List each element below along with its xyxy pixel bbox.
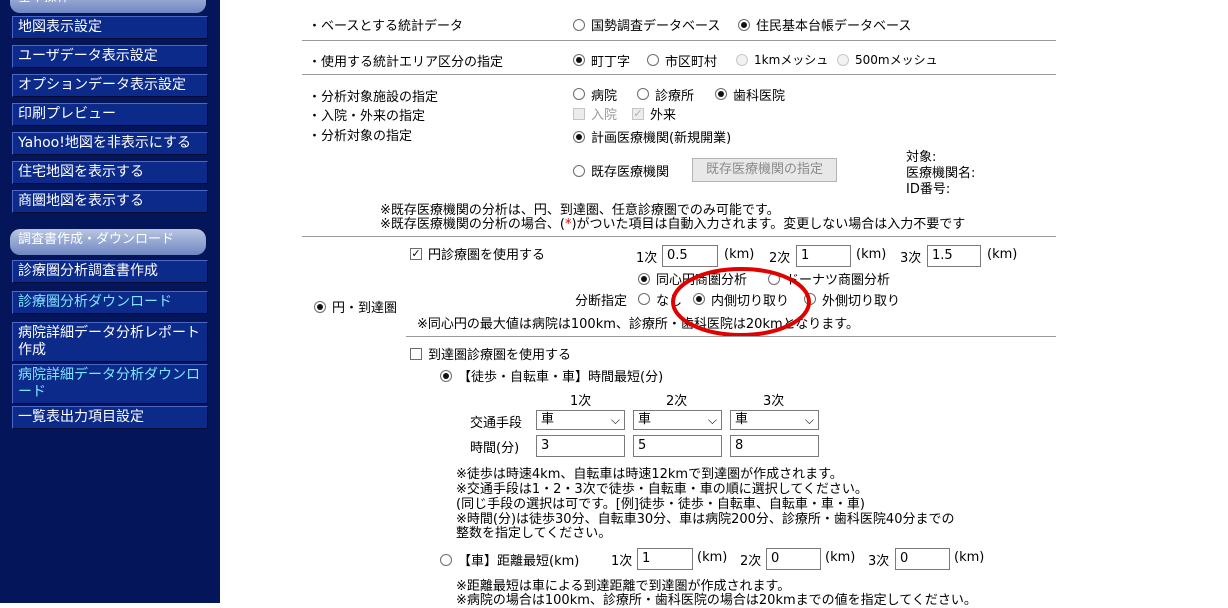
nav-show-residential-map[interactable]: 住宅地図を表示する [12, 161, 208, 184]
time-label: 時間(分) [470, 441, 520, 456]
inout-label: ・入院・外来の指定 [308, 109, 426, 124]
radio-distance-shortest[interactable] [440, 554, 452, 566]
radio-1km-mesh [736, 54, 748, 66]
checkbox-inpatient [573, 108, 585, 120]
means-select-1[interactable]: 車 ⌵ [536, 410, 625, 430]
checkbox-use-circle-label: 円診療圏を使用する [428, 248, 546, 263]
d1-input[interactable]: 1 [637, 548, 693, 570]
radio-cut-none[interactable] [638, 293, 650, 305]
radio-planned[interactable] [573, 131, 585, 143]
radio-resident-register[interactable] [738, 19, 750, 31]
nav-map-display-settings[interactable]: 地図表示設定 [12, 16, 208, 39]
r2-unit: (km) [856, 247, 887, 262]
chevron-down-icon: ⌵ [707, 413, 717, 427]
radio-hospital[interactable] [573, 88, 585, 100]
radio-municipality-label: 市区町村 [665, 55, 718, 70]
chevron-down-icon: ⌵ [610, 413, 620, 427]
nav-list-output-settings[interactable]: 一覧表出力項目設定 [12, 406, 208, 429]
radio-census-label: 国勢調査データベース [591, 19, 721, 34]
section-header-report-download: 調査書作成・ダウンロード [10, 229, 206, 255]
radio-resident-register-label: 住民基本台帳データベース [756, 19, 912, 34]
radio-concentric[interactable] [638, 273, 650, 285]
nav-option-data-display-settings[interactable]: オプションデータ表示設定 [12, 74, 208, 97]
d2-input[interactable]: 0 [766, 548, 821, 570]
reach-note-5: 整数を指定してください。 [456, 526, 612, 541]
divider [302, 74, 1056, 75]
d1-label: 1次 [611, 554, 633, 569]
d2-label: 2次 [740, 554, 762, 569]
radio-distance-shortest-label: 【車】距離最短(km) [458, 554, 580, 569]
radio-existing[interactable] [573, 165, 585, 177]
base-data-label: ・ベースとする統計データ [308, 19, 463, 34]
chevron-down-icon: ⌵ [804, 413, 814, 427]
checkbox-outpatient: ✓ [632, 107, 644, 120]
nav-hide-yahoo-map[interactable]: Yahoo!地図を非表示にする [12, 132, 208, 155]
nav-user-data-display-settings[interactable]: ユーザデータ表示設定 [12, 45, 208, 68]
d3-input[interactable]: 0 [895, 548, 950, 570]
radio-time-shortest-label: 【徒歩・自転車・車】時間最短(分) [458, 370, 664, 385]
d2-unit: (km) [825, 550, 856, 565]
checkbox-use-reach-label: 到達圏診療圏を使用する [428, 348, 572, 363]
nav-hospital-detail-download[interactable]: 病院詳細データ分析ダウンロード [12, 364, 208, 404]
radio-circle-reach[interactable] [314, 301, 326, 313]
col-1-header: 1次 [570, 394, 592, 409]
radio-town[interactable] [573, 54, 585, 66]
existing-facility-button[interactable]: 既存医療機関の指定 [692, 158, 837, 182]
radio-500m-mesh [837, 54, 849, 66]
col-2-header: 2次 [666, 394, 688, 409]
checkbox-use-reach[interactable] [410, 348, 422, 360]
means-label: 交通手段 [470, 416, 523, 431]
area-label: ・使用する統計エリア区分の指定 [308, 55, 504, 70]
id-label: ID番号: [906, 182, 951, 197]
checkbox-inpatient-label: 入院 [591, 108, 618, 123]
nav-create-report[interactable]: 診療圏分析調査書作成 [12, 260, 208, 283]
radio-500m-mesh-label: 500mメッシュ [855, 53, 938, 67]
facility-label: ・分析対象施設の指定 [308, 90, 439, 105]
radio-town-label: 町丁字 [591, 55, 631, 70]
r1-unit: (km) [724, 247, 755, 262]
time-input-2[interactable]: 5 [633, 435, 722, 457]
divider [406, 336, 1056, 337]
nav-print-preview[interactable]: 印刷プレビュー [12, 103, 208, 126]
radio-circle-reach-label: 円・到達圏 [332, 301, 398, 316]
radio-clinic[interactable] [637, 88, 649, 100]
d1-unit: (km) [697, 550, 728, 565]
radio-planned-label: 計画医療機関(新規開業) [591, 131, 732, 146]
nav-show-trade-area-map[interactable]: 商圏地図を表示する [12, 190, 208, 213]
radio-hospital-label: 病院 [591, 89, 618, 104]
col-3-header: 3次 [763, 394, 785, 409]
radio-census[interactable] [573, 19, 585, 31]
divider [302, 236, 1056, 237]
section-header-basic-ops: 基本操作 [10, 0, 206, 13]
checkbox-use-circle[interactable]: ✓ [410, 248, 422, 260]
nav-report-download[interactable]: 診療圏分析ダウンロード [12, 291, 208, 314]
nav-hospital-detail-report[interactable]: 病院詳細データ分析レポート作成 [12, 322, 208, 362]
time-input-3[interactable]: 8 [730, 435, 819, 457]
highlight-ellipse [671, 267, 811, 337]
analysis-target-label: ・分析対象の指定 [308, 129, 413, 144]
d3-label: 3次 [868, 554, 890, 569]
radio-1km-mesh-label: 1kmメッシュ [754, 53, 829, 67]
radio-cut-outer-label: 外側切り取り [822, 294, 901, 309]
existing-note-2: ※既存医療機関の分析の場合、(*)がついた項目は自動入力されます。変更しない場合… [380, 217, 966, 232]
checkbox-outpatient-label: 外来 [650, 108, 677, 123]
d3-unit: (km) [954, 550, 985, 565]
radio-time-shortest[interactable] [440, 370, 452, 382]
radio-dental-label: 歯科医院 [733, 89, 786, 104]
radio-municipality[interactable] [647, 54, 659, 66]
time-input-1[interactable]: 3 [536, 435, 625, 457]
radio-existing-label: 既存医療機関 [591, 165, 670, 180]
r3-label: 3次 [900, 251, 922, 266]
r1-label: 1次 [636, 251, 658, 266]
radio-dental[interactable] [715, 88, 727, 100]
means-select-3[interactable]: 車 ⌵ [730, 410, 819, 430]
distance-note-2: ※病院の場合は100km、診療所・歯科医院の場合は20kmまでの値を指定してくだ… [456, 593, 977, 608]
means-select-2[interactable]: 車 ⌵ [633, 410, 722, 430]
r3-unit: (km) [987, 247, 1018, 262]
sidebar: 基本操作 地図表示設定 ユーザデータ表示設定 オプションデータ表示設定 印刷プレ… [0, 0, 220, 603]
divider [302, 40, 1056, 41]
r3-input[interactable]: 1.5 [927, 245, 981, 267]
radio-clinic-label: 診療所 [655, 89, 695, 104]
cut-label: 分断指定 [575, 294, 628, 309]
